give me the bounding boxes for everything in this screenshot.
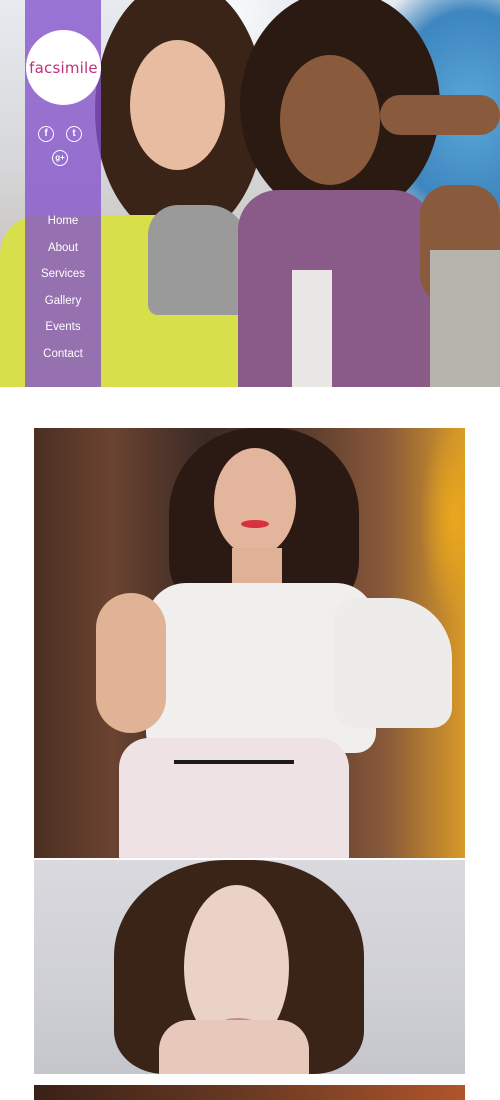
- hero-face-right: [280, 55, 380, 185]
- facebook-glyph: f: [44, 128, 48, 139]
- nav-item-events[interactable]: Events: [25, 314, 101, 341]
- photo1-arm-left: [96, 593, 166, 733]
- nav-item-services[interactable]: Services: [25, 261, 101, 288]
- photo1-lips: [241, 520, 269, 528]
- google-plus-glyph: g+: [55, 153, 65, 162]
- photo1-face: [214, 448, 296, 556]
- nav-item-contact[interactable]: Contact: [25, 341, 101, 368]
- woman-white-lace-top-photo[interactable]: [34, 428, 465, 858]
- main-nav: Home About Services Gallery Events Conta…: [25, 208, 101, 367]
- hero-banner: facsimile f t g+ Home About Services Gal…: [0, 0, 500, 387]
- hero-face-left: [130, 40, 225, 170]
- hero-grey-shirt: [148, 205, 248, 315]
- nav-item-gallery[interactable]: Gallery: [25, 288, 101, 315]
- facebook-icon[interactable]: f: [38, 126, 54, 142]
- social-links: f t g+: [36, 124, 86, 170]
- photo1-sleeve-right: [334, 598, 452, 728]
- hero-white-top: [292, 270, 332, 387]
- photo1-floral-skirt: [119, 738, 349, 858]
- twitter-glyph: t: [72, 128, 76, 139]
- hero-pavement: [430, 250, 500, 387]
- twitter-icon[interactable]: t: [66, 126, 82, 142]
- google-plus-icon[interactable]: g+: [52, 150, 68, 166]
- hero-purple-scarf: [238, 190, 433, 387]
- nav-item-about[interactable]: About: [25, 235, 101, 262]
- nav-item-home[interactable]: Home: [25, 208, 101, 235]
- brunette-portrait-photo[interactable]: [34, 860, 465, 1074]
- hero-arm-right: [380, 95, 500, 135]
- photo1-belt: [174, 760, 294, 764]
- logo[interactable]: facsimile: [26, 30, 101, 105]
- redhead-photo-partial[interactable]: [34, 1085, 465, 1100]
- photo2-hands: [159, 1020, 309, 1074]
- logo-text: facsimile: [29, 58, 98, 77]
